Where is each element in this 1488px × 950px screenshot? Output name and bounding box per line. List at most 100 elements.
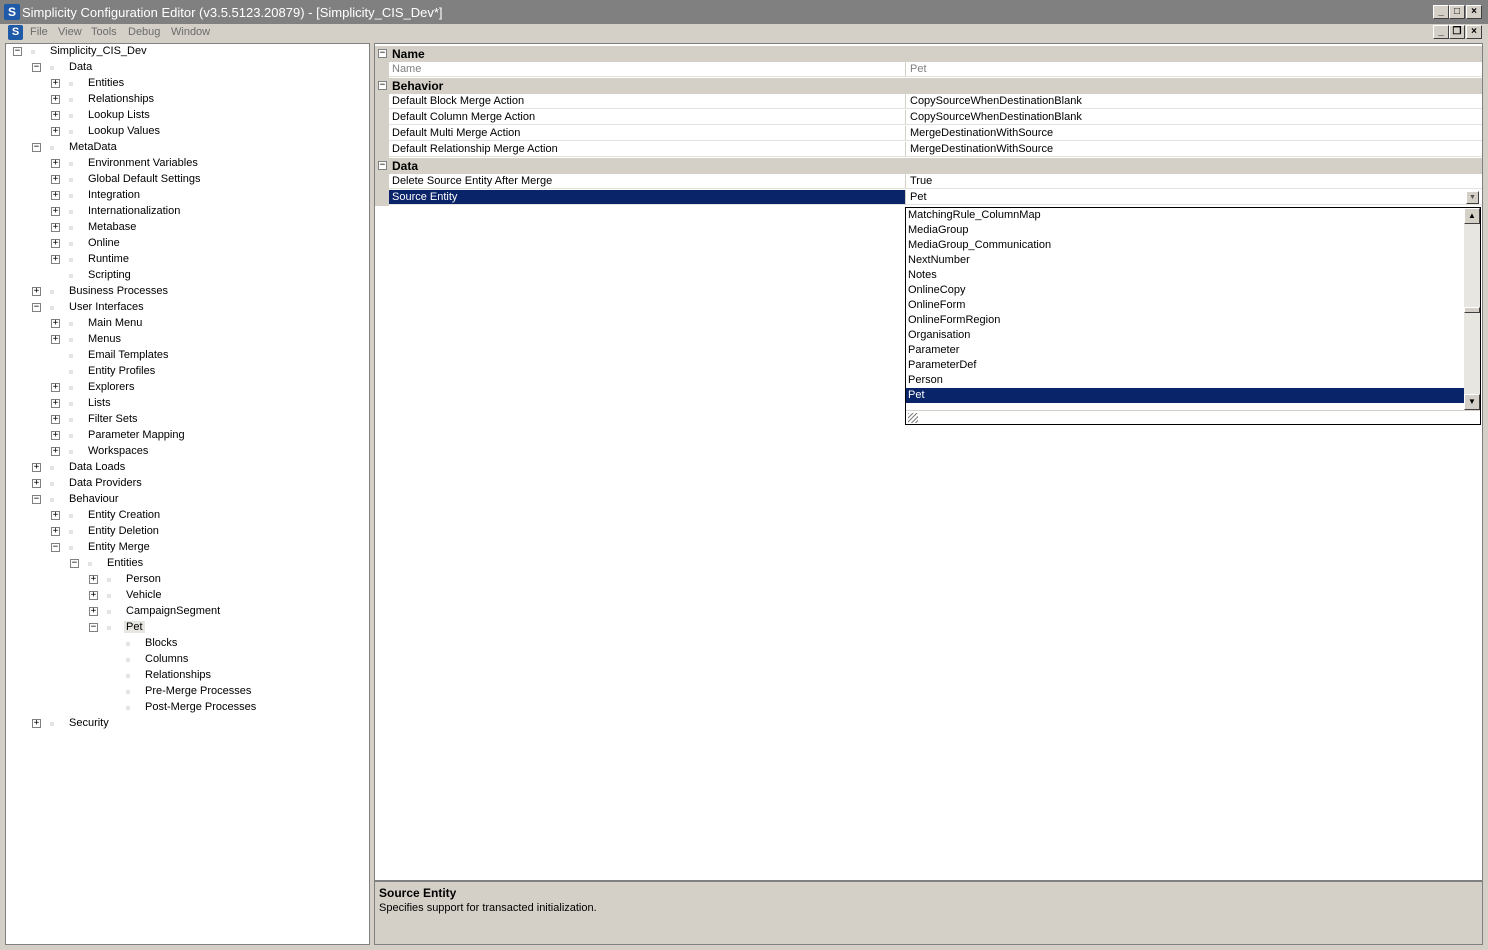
property-row[interactable]: Default Relationship Merge Action MergeDe… [375, 142, 1482, 158]
expand-icon[interactable]: + [51, 239, 60, 248]
tree-node[interactable]: + Relationships [6, 92, 369, 108]
tree-view[interactable]: − Simplicity_CIS_Dev − Data + Entities + Relati… [5, 43, 370, 945]
close-icon[interactable]: × [1466, 5, 1482, 19]
tree-node[interactable]: + Main Menu [6, 316, 369, 332]
expand-icon[interactable]: + [51, 447, 60, 456]
tree-node[interactable]: Entity Profiles [6, 364, 369, 380]
source-entity-dropdown[interactable]: MatchingRule_ColumnMap MediaGroup MediaGro… [905, 207, 1481, 425]
tree-node[interactable]: + Lookup Values [6, 124, 369, 140]
property-name[interactable]: Default Column Merge Action [389, 110, 906, 125]
tree-node[interactable]: + Data Loads [6, 460, 369, 476]
collapse-icon[interactable]: − [13, 47, 22, 56]
minimize-icon[interactable]: _ [1433, 5, 1449, 19]
expand-icon[interactable]: + [51, 79, 60, 88]
tree-node[interactable]: − Data [6, 60, 369, 76]
dropdown-item[interactable]: MatchingRule_ColumnMap [906, 208, 1464, 223]
mdi-restore-icon[interactable]: ❐ [1449, 25, 1465, 39]
tree-node[interactable]: − Simplicity_CIS_Dev [6, 44, 369, 60]
tree-node[interactable]: + Entity Deletion [6, 524, 369, 540]
tree-node[interactable]: − User Interfaces [6, 300, 369, 316]
tree-node[interactable]: Blocks [6, 636, 369, 652]
menu-file[interactable]: File [30, 26, 48, 38]
dropdown-arrow-icon[interactable]: ▼ [1466, 191, 1479, 204]
collapse-icon[interactable]: − [51, 543, 60, 552]
tree-node[interactable]: + Parameter Mapping [6, 428, 369, 444]
tree-node[interactable]: + Internationalization [6, 204, 369, 220]
expand-icon[interactable]: + [51, 415, 60, 424]
tree-node[interactable]: − Behaviour [6, 492, 369, 508]
expand-icon[interactable]: + [51, 95, 60, 104]
expand-icon[interactable]: + [51, 255, 60, 264]
property-value[interactable]: MergeDestinationWithSource [906, 126, 1482, 141]
property-value[interactable]: Pet [906, 62, 1482, 77]
tree-node[interactable]: Pre-Merge Processes [6, 684, 369, 700]
menu-tools[interactable]: Tools [91, 26, 117, 38]
property-name[interactable]: Delete Source Entity After Merge [389, 174, 906, 189]
mdi-minimize-icon[interactable]: _ [1433, 25, 1449, 39]
tree-node[interactable]: − Entity Merge [6, 540, 369, 556]
category-row[interactable]: − Behavior [375, 78, 1482, 94]
expand-icon[interactable]: + [32, 463, 41, 472]
dropdown-item[interactable]: Person [906, 373, 1464, 388]
category-row[interactable]: − Name [375, 46, 1482, 62]
collapse-icon[interactable]: − [70, 559, 79, 568]
tree-node[interactable]: + Data Providers [6, 476, 369, 492]
dropdown-item[interactable]: Parameter [906, 343, 1464, 358]
property-value[interactable]: MergeDestinationWithSource [906, 142, 1482, 157]
dropdown-item[interactable]: MediaGroup [906, 223, 1464, 238]
tree-node[interactable]: + CampaignSegment [6, 604, 369, 620]
dropdown-item[interactable]: Notes [906, 268, 1464, 283]
expand-icon[interactable]: + [32, 719, 41, 728]
collapse-icon[interactable]: − [32, 303, 41, 312]
scroll-up-icon[interactable]: ▲ [1464, 208, 1480, 224]
tree-node[interactable]: + Runtime [6, 252, 369, 268]
property-row[interactable]: Name Pet [375, 62, 1482, 78]
scroll-down-icon[interactable]: ▼ [1464, 394, 1480, 410]
dropdown-item[interactable]: NextNumber [906, 253, 1464, 268]
expand-icon[interactable]: + [89, 591, 98, 600]
tree-node[interactable]: + Filter Sets [6, 412, 369, 428]
collapse-icon[interactable]: − [32, 63, 41, 72]
expand-icon[interactable]: + [51, 527, 60, 536]
property-value[interactable]: Pet ▼ [906, 190, 1482, 205]
tree-node[interactable]: Post-Merge Processes [6, 700, 369, 716]
collapse-icon[interactable]: − [378, 161, 387, 170]
property-name[interactable]: Name [389, 62, 906, 77]
dropdown-item[interactable]: Pet [906, 388, 1464, 403]
tree-node[interactable]: − Pet [6, 620, 369, 636]
property-row[interactable]: Default Column Merge Action CopySourceWhe… [375, 110, 1482, 126]
expand-icon[interactable]: + [89, 575, 98, 584]
property-row[interactable]: Delete Source Entity After Merge True [375, 174, 1482, 190]
expand-icon[interactable]: + [51, 207, 60, 216]
expand-icon[interactable]: + [51, 431, 60, 440]
maximize-icon[interactable]: □ [1449, 5, 1465, 19]
expand-icon[interactable]: + [51, 335, 60, 344]
tree-node[interactable]: + Vehicle [6, 588, 369, 604]
expand-icon[interactable]: + [51, 511, 60, 520]
expand-icon[interactable]: + [51, 127, 60, 136]
tree-node[interactable]: + Workspaces [6, 444, 369, 460]
expand-icon[interactable]: + [89, 607, 98, 616]
expand-icon[interactable]: + [51, 319, 60, 328]
property-name[interactable]: Default Relationship Merge Action [389, 142, 906, 157]
property-grid[interactable]: − Name Name Pet − Behavior Default Block Merge… [374, 43, 1483, 881]
expand-icon[interactable]: + [51, 223, 60, 232]
collapse-icon[interactable]: − [378, 49, 387, 58]
dropdown-item[interactable]: OnlineForm [906, 298, 1464, 313]
category-row[interactable]: − Data [375, 158, 1482, 174]
collapse-icon[interactable]: − [32, 495, 41, 504]
dropdown-item[interactable]: Organisation [906, 328, 1464, 343]
dropdown-item[interactable]: OnlineFormRegion [906, 313, 1464, 328]
tree-node[interactable]: + Environment Variables [6, 156, 369, 172]
resize-grip-icon[interactable] [908, 413, 918, 423]
expand-icon[interactable]: + [51, 175, 60, 184]
property-value[interactable]: CopySourceWhenDestinationBlank [906, 94, 1482, 109]
property-name[interactable]: Default Multi Merge Action [389, 126, 906, 141]
tree-node[interactable]: + Lists [6, 396, 369, 412]
tree-node[interactable]: + Explorers [6, 380, 369, 396]
property-value[interactable]: CopySourceWhenDestinationBlank [906, 110, 1482, 125]
tree-node[interactable]: + Integration [6, 188, 369, 204]
dropdown-item[interactable]: MediaGroup_Communication [906, 238, 1464, 253]
dropdown-item[interactable]: OnlineCopy [906, 283, 1464, 298]
dropdown-scrollbar[interactable]: ▲ ▼ [1464, 208, 1480, 410]
